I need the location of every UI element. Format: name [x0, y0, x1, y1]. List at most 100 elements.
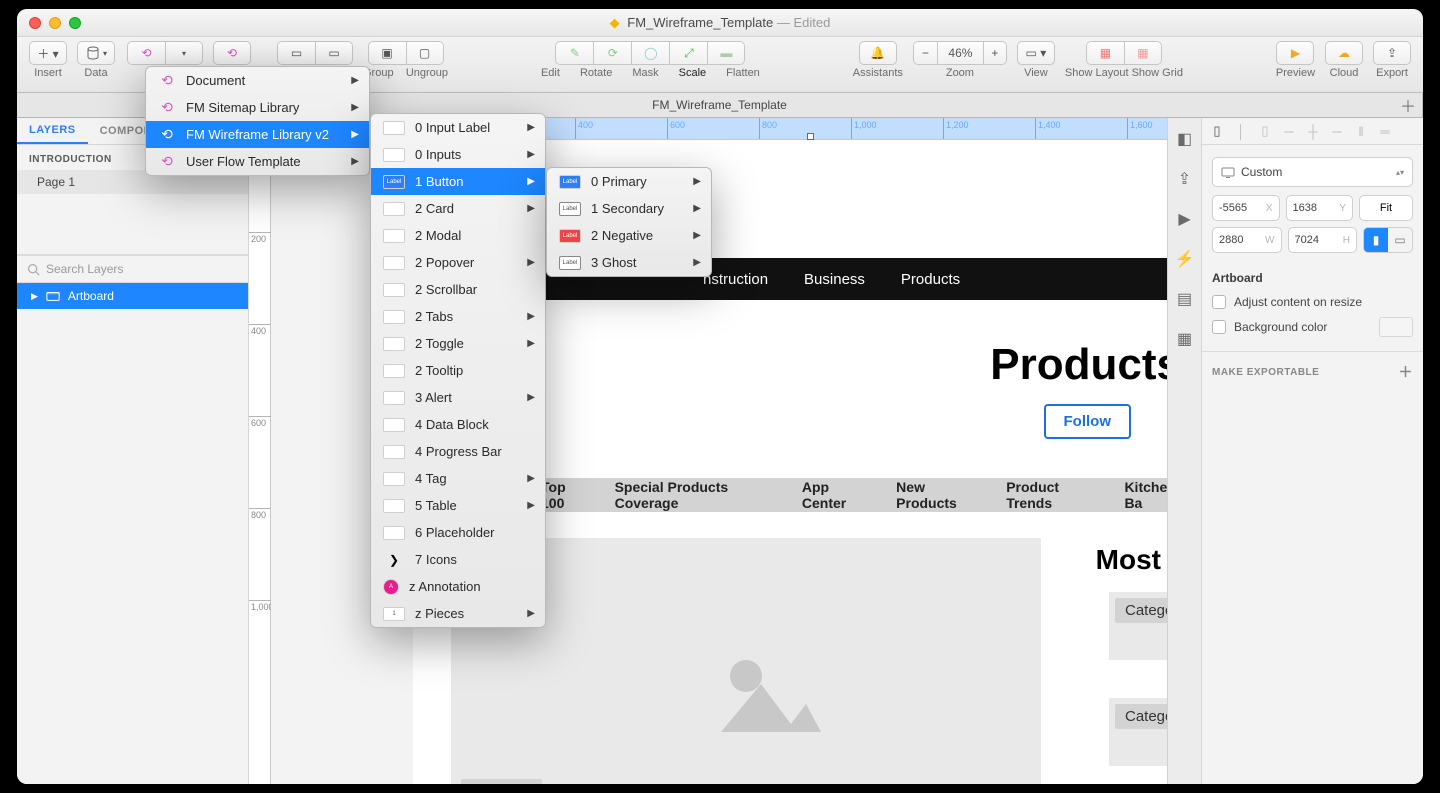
- group-button[interactable]: ▣: [368, 41, 406, 65]
- menu-item[interactable]: 1z Pieces▶: [371, 600, 545, 627]
- search-layers[interactable]: Search Layers: [17, 255, 248, 283]
- menu-item[interactable]: 4 Tag▶: [371, 465, 545, 492]
- insert-button[interactable]: ＋ ▾: [29, 41, 67, 65]
- edit-button[interactable]: ✎: [555, 41, 593, 65]
- close-window-button[interactable]: [29, 17, 41, 29]
- landscape-icon[interactable]: ▭: [1388, 228, 1412, 252]
- menu-item[interactable]: 2 Tabs▶: [371, 303, 545, 330]
- history-icon[interactable]: ▤: [1172, 286, 1198, 312]
- button-variants-menu[interactable]: Label0 Primary▶Label1 Secondary▶Label2 N…: [546, 167, 712, 277]
- library-menu[interactable]: ⟲Document▶⟲FM Sitemap Library▶⟲FM Wirefr…: [145, 66, 370, 176]
- insert-label: Insert: [34, 67, 62, 79]
- align-left-icon[interactable]: ▯: [1208, 122, 1226, 140]
- menu-item[interactable]: Label1 Secondary▶: [547, 195, 711, 222]
- align-vcenter-icon[interactable]: ┼: [1304, 122, 1322, 140]
- menu-item[interactable]: 2 Modal: [371, 222, 545, 249]
- assistants-button[interactable]: 🔔: [859, 41, 897, 65]
- zoom-value[interactable]: 46%: [937, 41, 983, 65]
- menu-item[interactable]: ⟲FM Sitemap Library▶: [146, 94, 369, 121]
- wf-follow-button: Follow: [1044, 404, 1132, 439]
- x-field[interactable]: -5565X: [1212, 195, 1280, 221]
- subnav-item: Product Trends: [1006, 479, 1096, 511]
- portrait-icon[interactable]: ▮: [1364, 228, 1388, 252]
- menu-item[interactable]: Label1 Button▶: [371, 168, 545, 195]
- menu-item[interactable]: ⟲Document▶: [146, 67, 369, 94]
- symbol-send-button[interactable]: ⟲: [213, 41, 251, 65]
- resize-handle[interactable]: [807, 133, 814, 140]
- menu-item[interactable]: 2 Scrollbar: [371, 276, 545, 303]
- show-grid-button[interactable]: ▦: [1124, 41, 1162, 65]
- cloud-button[interactable]: ☁: [1325, 41, 1363, 65]
- menu-item[interactable]: 6 Placeholder: [371, 519, 545, 546]
- menu-item[interactable]: ❯7 Icons: [371, 546, 545, 573]
- nav-item: Products: [901, 271, 960, 288]
- rotate-button[interactable]: ⟳: [593, 41, 631, 65]
- menu-item[interactable]: 5 Table▶: [371, 492, 545, 519]
- wf-page-title: Products: [990, 340, 1181, 390]
- size-preset[interactable]: Custom ▴▾: [1212, 157, 1413, 187]
- menu-item[interactable]: 2 Toggle▶: [371, 330, 545, 357]
- menu-item[interactable]: ⟲User Flow Template▶: [146, 148, 369, 175]
- background-color-row[interactable]: Background color: [1202, 313, 1423, 341]
- adjust-on-resize-row[interactable]: Adjust content on resize: [1202, 291, 1423, 313]
- scale-button[interactable]: ⤢: [669, 41, 707, 65]
- align-right-icon[interactable]: ▯: [1256, 122, 1274, 140]
- menu-item[interactable]: Label2 Negative▶: [547, 222, 711, 249]
- play-icon[interactable]: ▶: [1172, 206, 1198, 232]
- w-field[interactable]: 2880W: [1212, 227, 1282, 253]
- menu-item[interactable]: Label0 Primary▶: [547, 168, 711, 195]
- color-swatch[interactable]: [1379, 317, 1413, 337]
- ungroup-button[interactable]: ▢: [406, 41, 444, 65]
- menu-item[interactable]: Label3 Ghost▶: [547, 249, 711, 276]
- menu-item[interactable]: 2 Card▶: [371, 195, 545, 222]
- align-hcenter-icon[interactable]: │: [1232, 122, 1250, 140]
- library-components-menu[interactable]: 0 Input Label▶0 Inputs▶Label1 Button▶2 C…: [370, 113, 546, 628]
- align-bottom-icon[interactable]: ─: [1328, 122, 1346, 140]
- tb-insert-group: ＋ ▾ Insert: [29, 41, 67, 79]
- tab-layers[interactable]: LAYERS: [17, 118, 88, 144]
- backward-button[interactable]: ▭: [315, 41, 353, 65]
- menu-item[interactable]: 0 Input Label▶: [371, 114, 545, 141]
- upload-icon[interactable]: ⇪: [1172, 166, 1198, 192]
- distribute-h-icon[interactable]: ‖: [1352, 122, 1370, 140]
- checkbox[interactable]: [1212, 320, 1226, 334]
- flatten-button[interactable]: ▬: [707, 41, 745, 65]
- subnav-item: App Center: [802, 479, 868, 511]
- menu-item[interactable]: 0 Inputs▶: [371, 141, 545, 168]
- menu-item[interactable]: 2 Popover▶: [371, 249, 545, 276]
- y-field[interactable]: 1638Y: [1286, 195, 1354, 221]
- view-button[interactable]: ▭ ▾: [1017, 41, 1055, 65]
- ruler-vertical[interactable]: 2004006008001,000: [249, 140, 271, 784]
- maximize-window-button[interactable]: [69, 17, 81, 29]
- distribute-v-icon[interactable]: ═: [1376, 122, 1394, 140]
- menu-item[interactable]: ⟲FM Wireframe Library v2▶: [146, 121, 369, 148]
- export-button[interactable]: ⇪: [1373, 41, 1411, 65]
- show-layout-button[interactable]: ▦: [1086, 41, 1124, 65]
- zoom-in-button[interactable]: +: [983, 41, 1007, 65]
- components-panel-icon[interactable]: ◧: [1172, 126, 1198, 152]
- menu-item[interactable]: 2 Tooltip: [371, 357, 545, 384]
- data-button[interactable]: ▾: [77, 41, 115, 65]
- minimize-window-button[interactable]: [49, 17, 61, 29]
- zoom-out-button[interactable]: −: [913, 41, 937, 65]
- fit-button[interactable]: Fit: [1359, 195, 1413, 221]
- menu-item[interactable]: 4 Data Block: [371, 411, 545, 438]
- menu-item[interactable]: 4 Progress Bar: [371, 438, 545, 465]
- bolt-icon[interactable]: ⚡: [1172, 246, 1198, 272]
- symbol-create-button[interactable]: ⟲: [127, 41, 165, 65]
- h-field[interactable]: 7024H: [1288, 227, 1358, 253]
- preview-button[interactable]: ▶: [1276, 41, 1314, 65]
- forward-button[interactable]: ▭: [277, 41, 315, 65]
- checkbox[interactable]: [1212, 295, 1226, 309]
- mask-button[interactable]: ◯: [631, 41, 669, 65]
- window-title: ◆ FM_Wireframe_Template — Edited: [17, 15, 1423, 31]
- add-tab-button[interactable]: ＋: [1397, 95, 1419, 115]
- menu-item[interactable]: 3 Alert▶: [371, 384, 545, 411]
- artboard-row[interactable]: ▶ Artboard: [17, 283, 248, 309]
- menu-item[interactable]: Az Annotation: [371, 573, 545, 600]
- grid-icon[interactable]: ▦: [1172, 326, 1198, 352]
- align-top-icon[interactable]: ─: [1280, 122, 1298, 140]
- orientation-toggle[interactable]: ▮ ▭: [1363, 227, 1413, 253]
- add-export-button[interactable]: ＋: [1399, 362, 1414, 382]
- symbol-detach-button[interactable]: ▾: [165, 41, 203, 65]
